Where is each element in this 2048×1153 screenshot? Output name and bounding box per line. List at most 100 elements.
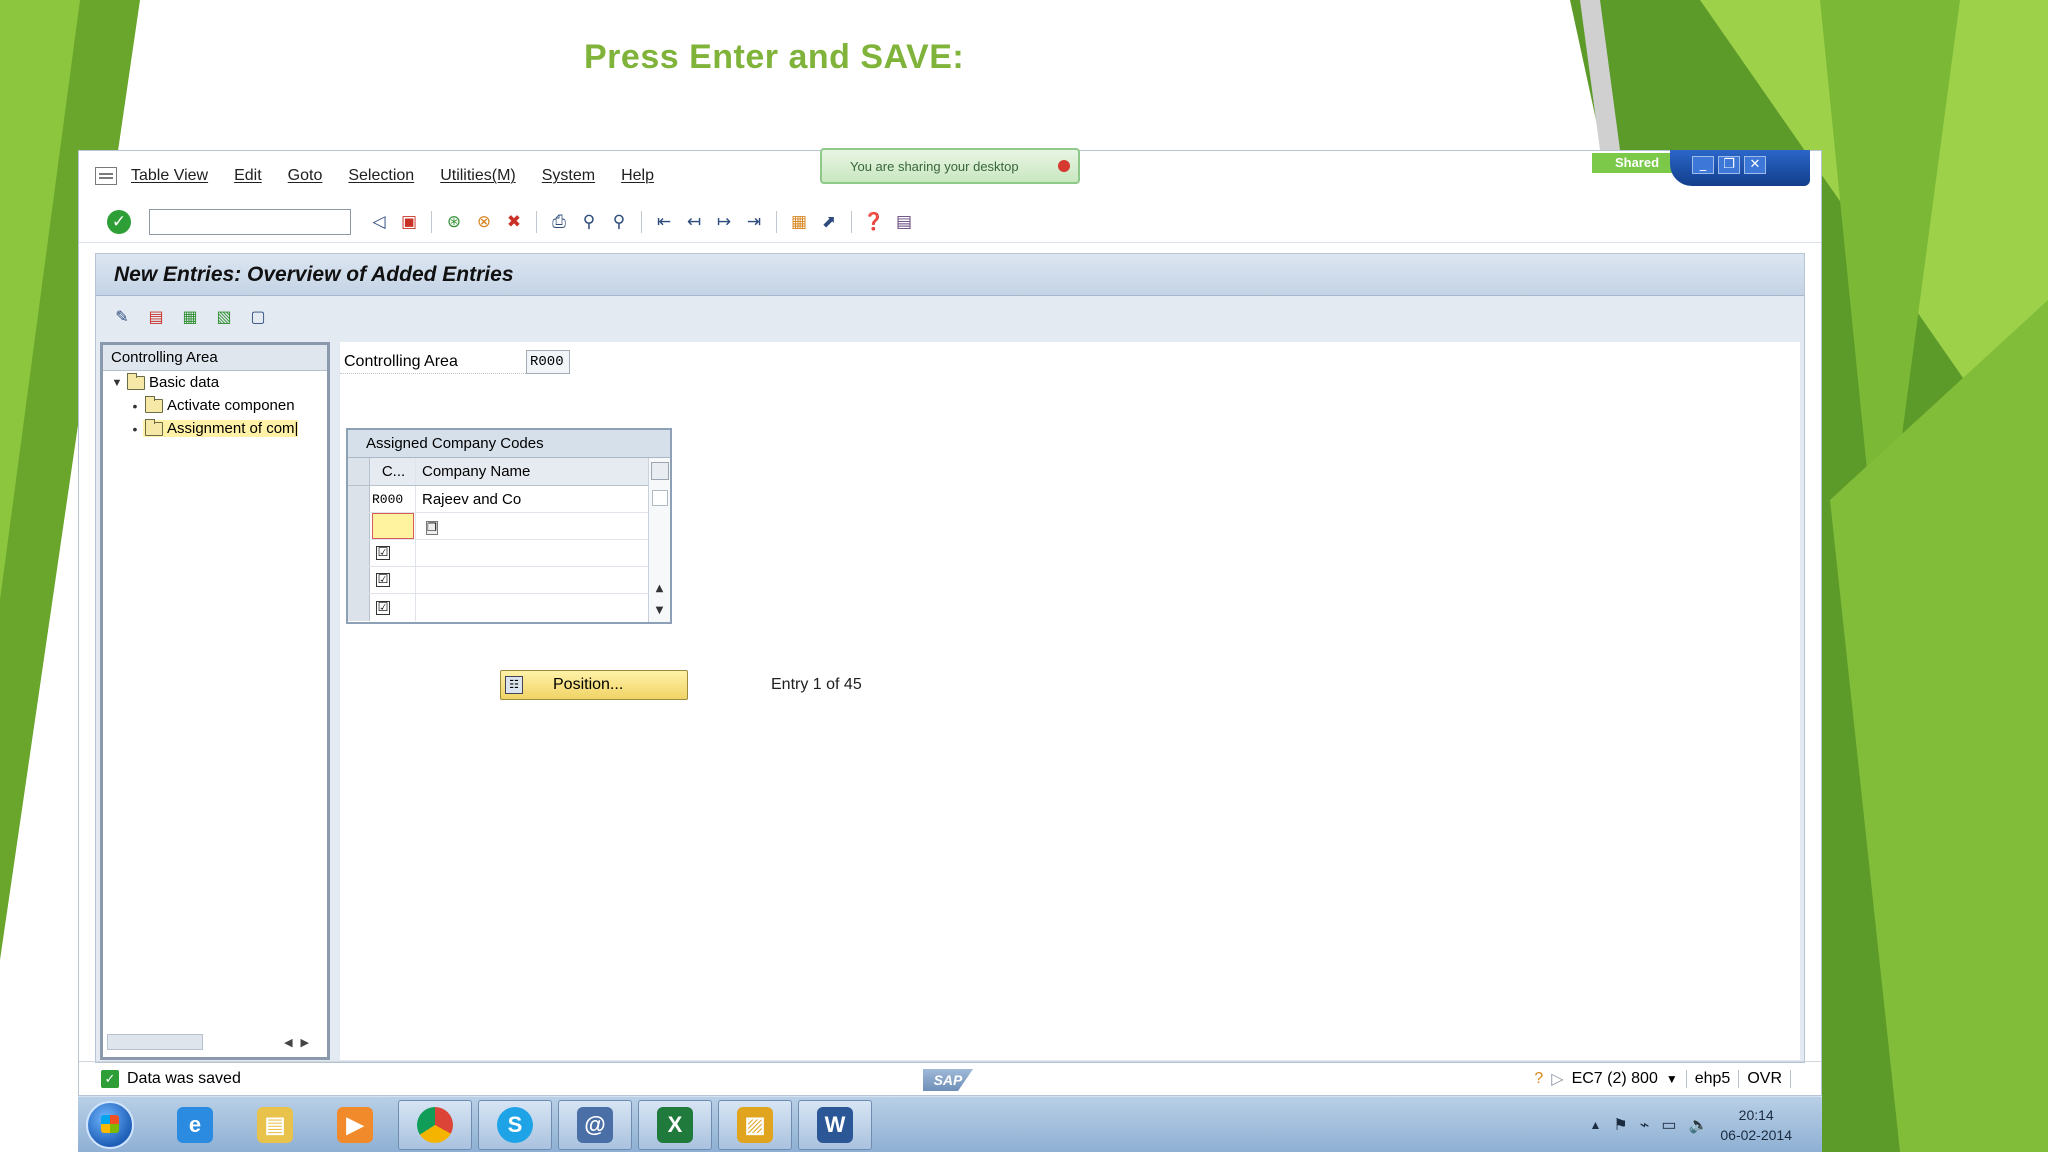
command-field[interactable] [149,208,351,235]
scroll-thumb[interactable] [107,1034,203,1050]
status-message[interactable]: Data was saved [127,1070,241,1088]
back-icon[interactable]: ⊛ [442,210,466,234]
sticky-folder-icon[interactable]: ▨ [718,1099,792,1150]
volume-icon[interactable]: 🔈 [1688,1115,1708,1135]
first-page-icon[interactable]: ⇤ [652,210,676,234]
tree-node-selected[interactable]: Assignment of com| [143,418,299,437]
menu-help[interactable]: Help [621,167,654,185]
save-icon[interactable]: ▣ [397,210,421,234]
restore-icon[interactable]: ❐ [1718,156,1740,174]
start-button[interactable] [86,1100,134,1149]
skype-icon[interactable]: S [478,1099,552,1150]
scroll-track[interactable] [651,490,668,506]
table-row[interactable]: ☑ [348,540,648,567]
shortcut-icon[interactable]: ⬈ [817,210,841,234]
exit-icon[interactable]: ⊗ [472,210,496,234]
column-header-company-name[interactable]: Company Name [416,463,648,480]
expand-status-icon[interactable]: ▷ [1551,1069,1563,1089]
company-code-cell[interactable]: ☑ [370,594,416,621]
status-separator [1685,1070,1687,1088]
stop-sharing-icon[interactable] [1058,160,1070,172]
excel-icon[interactable]: X [638,1099,712,1150]
change-display-icon[interactable]: ✎ [110,304,134,328]
menu-system[interactable]: System [542,167,595,185]
toolbar-separator [431,210,432,233]
sharing-text: You are sharing your desktop [850,158,1019,174]
menu-edit[interactable]: Edit [234,167,262,185]
action-center-flag-icon[interactable]: ⚑ [1613,1115,1627,1135]
deselect-all-icon[interactable]: ▢ [246,304,270,328]
status-help-icon[interactable]: ? [1534,1070,1543,1088]
table-row[interactable]: ☑ [348,594,648,621]
print-icon[interactable]: ⎙ [547,210,571,234]
find-icon[interactable]: ⚲ [577,210,601,234]
minimize-icon[interactable]: _ [1692,156,1714,174]
row-selector[interactable] [348,594,370,621]
tree-node-basic-data[interactable]: ▼ Basic data [103,371,327,394]
insert-mode[interactable]: OVR [1747,1070,1782,1088]
save-entry-icon[interactable]: ▤ [144,304,168,328]
file-explorer-icon[interactable]: ▤ [238,1100,312,1150]
enter-icon[interactable]: ✓ [107,209,131,234]
company-code-input[interactable] [372,513,414,539]
system-info[interactable]: EC7 (2) 800 [1572,1070,1658,1088]
tree-horizontal-scrollbar[interactable]: ◀▶ [107,1033,317,1051]
scroll-arrows-icon[interactable]: ◀▶ [284,1036,317,1049]
previous-page-icon[interactable]: ↤ [682,210,706,234]
checkbox-icon[interactable]: ☑ [376,600,390,615]
scroll-down-icon[interactable]: ▼ [649,605,670,616]
back-nav-icon[interactable]: ◁ [367,210,391,234]
select-all-rows[interactable] [348,458,370,485]
row-selector[interactable] [348,486,370,512]
table-row[interactable]: ☑ [348,567,648,594]
bullet-icon: • [132,397,138,414]
last-page-icon[interactable]: ⇥ [742,210,766,234]
help-icon[interactable]: ❓ [862,210,886,234]
company-code-input-cell[interactable] [370,513,416,539]
create-session-icon[interactable]: ▦ [787,210,811,234]
table-row[interactable]: ❐ [348,513,648,540]
company-code-cell[interactable]: ☑ [370,567,416,593]
select-all-icon[interactable]: ▦ [178,304,202,328]
media-player-icon[interactable]: ▶ [318,1100,392,1150]
word-icon[interactable]: W [798,1099,872,1150]
row-selector[interactable] [348,567,370,593]
customize-layout-icon[interactable]: ▤ [892,210,916,234]
menu-utilities[interactable]: Utilities(M) [440,167,516,185]
show-hidden-icons[interactable]: ▲ [1589,1118,1601,1132]
table-vertical-scrollbar[interactable]: ▲ ▼ [648,458,670,622]
system-menu-icon[interactable] [95,167,117,185]
network-icon[interactable]: ▭ [1661,1115,1676,1135]
desktop-sharing-banner[interactable]: You are sharing your desktop [820,148,1080,184]
company-code-cell[interactable]: ☑ [370,540,416,566]
chrome-icon[interactable] [398,1099,472,1150]
find-next-icon[interactable]: ⚲ [607,210,631,234]
tree-node-label: Assignment of com| [167,420,299,437]
close-icon[interactable]: ✕ [1744,156,1766,174]
clock[interactable]: 20:14 06-02-2014 [1720,1105,1792,1145]
power-icon[interactable]: ⌁ [1640,1115,1650,1135]
table-settings-icon[interactable] [650,462,669,480]
next-page-icon[interactable]: ↦ [712,210,736,234]
value-help-icon[interactable]: ❐ [426,520,438,535]
system-tray: ▲ ⚑ ⌁ ▭ 🔈 20:14 06-02-2014 [1589,1097,1792,1153]
checkbox-icon[interactable]: ☑ [376,546,390,560]
internet-explorer-icon[interactable]: e [158,1100,232,1150]
sap-logon-icon[interactable]: @ [558,1099,632,1150]
menu-goto[interactable]: Goto [288,167,323,185]
expand-icon[interactable]: ▼ [109,377,125,389]
tree-node-assignment[interactable]: • Assignment of com| [103,417,327,440]
position-button[interactable]: ☷ Position... [500,670,688,700]
cancel-icon[interactable]: ✖ [502,210,526,234]
row-selector[interactable] [348,540,370,566]
scroll-up-icon[interactable]: ▲ [649,583,670,594]
menu-selection[interactable]: Selection [348,167,414,185]
table-row[interactable]: R000 Rajeev and Co [348,486,648,513]
menu-table-view[interactable]: Table View [131,167,208,185]
column-header-code[interactable]: C... [370,458,416,485]
system-dropdown-icon[interactable]: ▼ [1666,1072,1678,1086]
row-selector[interactable] [348,513,370,539]
checkbox-icon[interactable]: ☑ [376,573,390,587]
tree-node-activate-components[interactable]: • Activate componen [103,394,327,417]
select-block-icon[interactable]: ▧ [212,304,236,328]
